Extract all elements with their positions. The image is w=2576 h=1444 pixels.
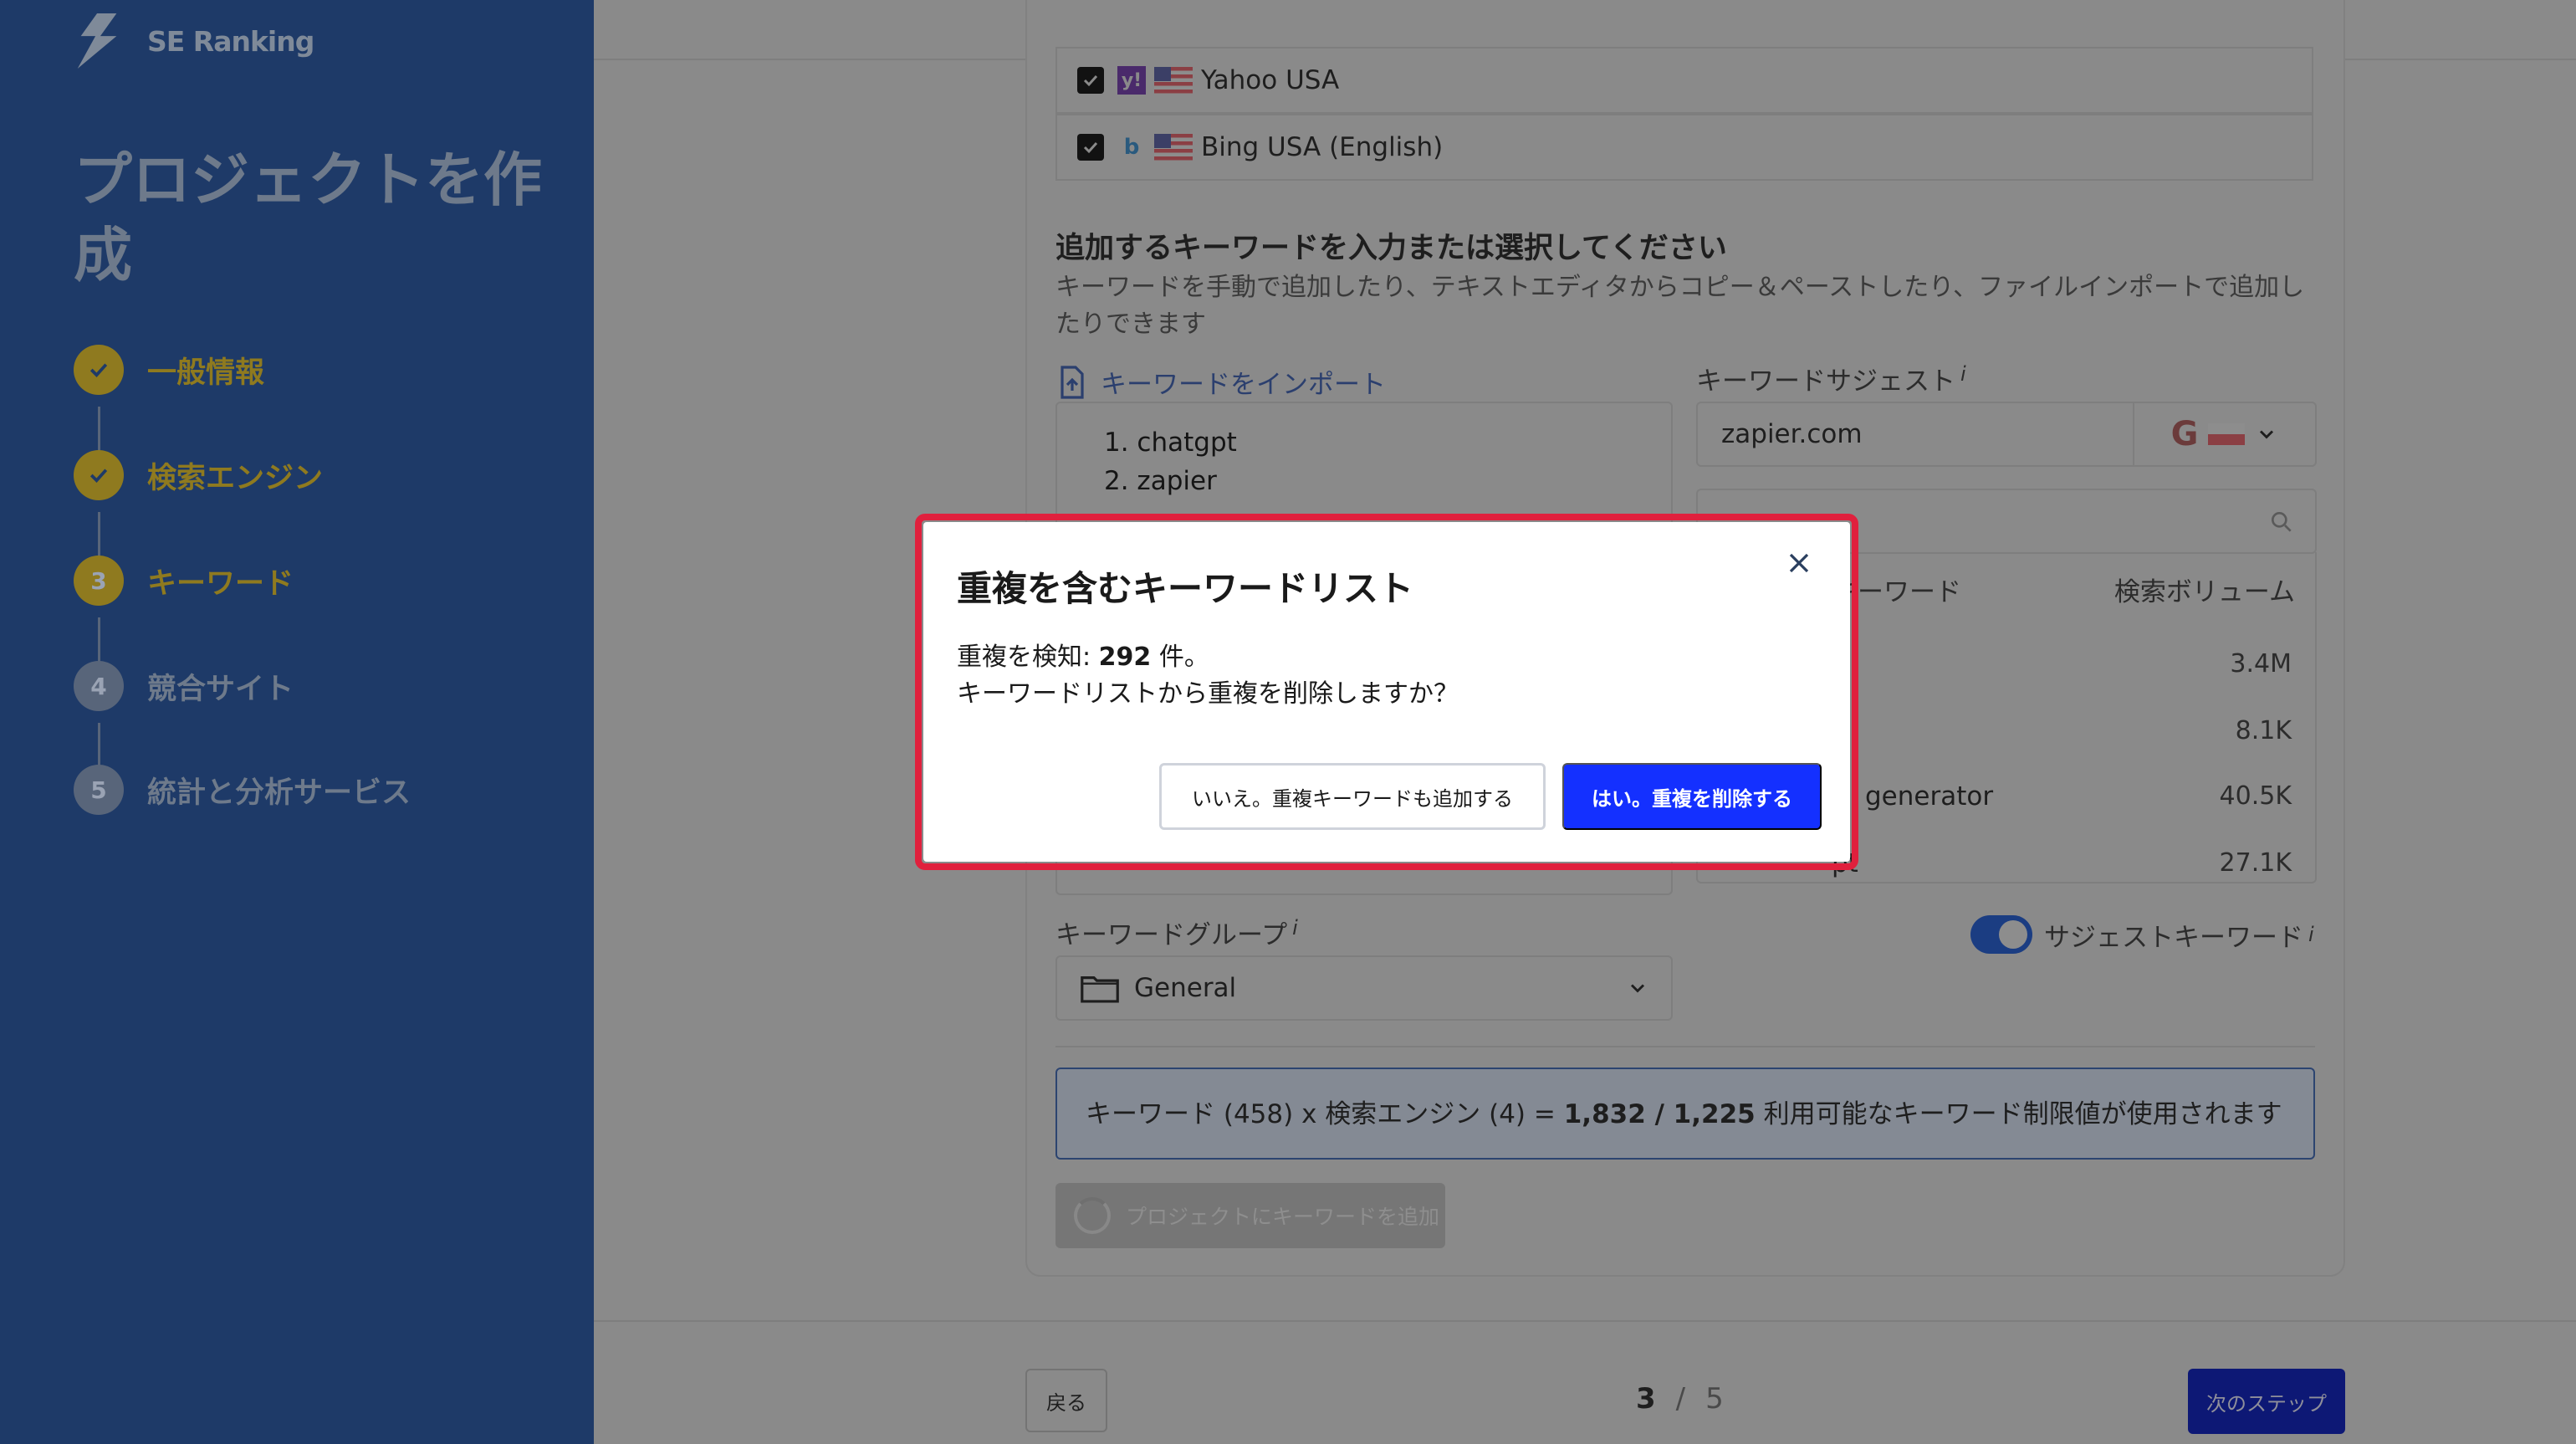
- keyword-suggest-label-text: キーワードサジェスト: [1696, 366, 1955, 397]
- keep-duplicates-button[interactable]: いいえ。重複キーワードも追加する: [1159, 763, 1546, 830]
- summary-prefix: キーワード (458) x 検索エンジン (4) =: [1086, 1099, 1564, 1129]
- us-flag-icon: [1154, 67, 1193, 94]
- remove-duplicates-button[interactable]: はい。重複を削除する: [1562, 763, 1822, 830]
- chevron-down-icon: [2260, 430, 2274, 439]
- suggest-volume: 27.1K: [2219, 848, 2292, 878]
- import-keywords-link[interactable]: キーワードをインポート: [1059, 363, 1386, 401]
- step-label: 統計と分析サービス: [147, 776, 411, 810]
- step-analytics[interactable]: 5 統計と分析サービス: [74, 763, 411, 817]
- suggest-domain-field[interactable]: zapier.com G: [1696, 402, 2317, 467]
- step-pager: 3 / 5: [1636, 1382, 1724, 1416]
- engine-row-bing[interactable]: b Bing USA (English): [1055, 114, 2313, 181]
- suggest-domain-value[interactable]: zapier.com: [1698, 403, 2134, 465]
- summary-suffix: 利用可能なキーワード制限値が使用されます: [1755, 1099, 2282, 1129]
- search-icon: [2272, 512, 2292, 532]
- step-label: 一般情報: [147, 356, 265, 390]
- bing-icon: b: [1123, 135, 1140, 160]
- logo-text: SE Ranking: [147, 24, 314, 58]
- suggest-volume: 40.5K: [2219, 781, 2292, 811]
- keyword-group-label-text: キーワードグループ: [1055, 920, 1288, 950]
- lightning-logo-icon: [77, 13, 117, 69]
- suggest-keywords-toggle[interactable]: [1970, 915, 2032, 954]
- keyword-limit-summary: キーワード (458) x 検索エンジン (4) = 1,832 / 1,225…: [1055, 1068, 2315, 1160]
- footer-divider: [594, 1320, 2576, 1322]
- pager-total: 5: [1705, 1382, 1724, 1416]
- keywords-heading: 追加するキーワードを入力または選択してください: [1055, 232, 1727, 265]
- engine-checkbox[interactable]: [1077, 67, 1104, 94]
- check-icon: [74, 450, 124, 500]
- keyword-suggest-label: キーワードサジェスト i: [1696, 360, 1966, 397]
- step-competitors[interactable]: 4 競合サイト: [74, 659, 294, 713]
- keyword-group-select[interactable]: General: [1055, 955, 1673, 1021]
- engine-checkbox[interactable]: [1077, 134, 1104, 161]
- step-keywords[interactable]: 3 キーワード: [74, 554, 294, 607]
- pager-separator: /: [1675, 1382, 1686, 1416]
- duplicates-count: 292: [1098, 643, 1152, 672]
- engine-name: Bing USA (English): [1201, 132, 1444, 162]
- step-label: キーワード: [147, 566, 294, 601]
- step-label: 競合サイト: [147, 672, 294, 706]
- import-keywords-label: キーワードをインポート: [1101, 370, 1386, 400]
- info-icon[interactable]: i: [1292, 916, 1298, 940]
- step-search-engines[interactable]: 検索エンジン: [74, 448, 323, 502]
- yahoo-icon: y!: [1117, 66, 1146, 95]
- next-step-button[interactable]: 次のステップ: [2188, 1369, 2345, 1434]
- keyword-line: 2. zapier: [1104, 466, 1217, 496]
- add-keywords-button[interactable]: プロジェクトにキーワードを追加: [1055, 1183, 1445, 1248]
- engine-row-yahoo[interactable]: y! Yahoo USA: [1055, 47, 2313, 114]
- duplicates-detected-text: 重複を検知: 292 件。: [957, 636, 1209, 673]
- pager-current: 3: [1636, 1382, 1656, 1416]
- suggest-keywords-label: サジェストキーワード: [2044, 922, 2303, 953]
- duplicates-prefix: 重複を検知:: [957, 643, 1099, 672]
- chevron-down-icon: [1630, 984, 1645, 993]
- duplicate-keywords-dialog: 重複を含むキーワードリスト 重複を検知: 292 件。 キーワードリストから重複…: [923, 522, 1850, 862]
- suggest-engine-select[interactable]: G: [2134, 403, 2315, 465]
- step-number: 5: [74, 765, 124, 815]
- info-icon[interactable]: i: [2308, 923, 2314, 946]
- add-keywords-label: プロジェクトにキーワードを追加: [1126, 1205, 1440, 1229]
- duplicates-suffix: 件。: [1151, 643, 1209, 672]
- keyword-line: 1. chatgpt: [1104, 428, 1237, 458]
- step-label: 検索エンジン: [147, 461, 324, 495]
- spinner-icon: [1074, 1197, 1111, 1234]
- step-general-info[interactable]: 一般情報: [74, 343, 264, 397]
- folder-icon: [1081, 976, 1119, 1003]
- close-icon[interactable]: [1780, 544, 1818, 582]
- logo[interactable]: SE Ranking: [74, 13, 314, 69]
- divider: [1055, 1046, 2315, 1047]
- check-icon: [74, 345, 124, 395]
- us-flag-icon: [1154, 134, 1193, 161]
- page-title: プロジェクトを作成: [74, 146, 542, 289]
- suggest-keywords-toggle-row: サジェストキーワード i: [1970, 915, 2314, 954]
- column-header-volume[interactable]: 検索ボリューム: [2114, 571, 2295, 608]
- sidebar: SE Ranking プロジェクトを作成 一般情報 検索エンジン 3 キーワード…: [0, 0, 594, 1444]
- suggest-volume: 3.4M: [2230, 649, 2292, 678]
- suggest-volume: 8.1K: [2235, 716, 2292, 745]
- poland-flag-icon: [2208, 423, 2246, 445]
- step-number: 3: [74, 556, 124, 606]
- summary-limit: 1,832 / 1,225: [1563, 1099, 1756, 1129]
- file-upload-icon: [1061, 365, 1084, 399]
- step-number: 4: [74, 661, 124, 711]
- dialog-title: 重複を含むキーワードリスト: [957, 568, 1414, 609]
- engine-name: Yahoo USA: [1201, 65, 1340, 95]
- dialog-question: キーワードリストから重複を削除しますか？: [957, 679, 1459, 709]
- info-icon[interactable]: i: [1960, 362, 1966, 386]
- keyword-group-value: General: [1134, 973, 1237, 1003]
- google-icon: G: [2170, 415, 2199, 453]
- keyword-group-label: キーワードグループ i: [1055, 914, 1298, 951]
- keywords-description: キーワードを手動で追加したり、テキストエディタからコピー＆ペーストしたり、ファイ…: [1055, 273, 2305, 339]
- suggest-keyword: generator: [1865, 781, 1994, 812]
- back-button[interactable]: 戻る: [1025, 1369, 1107, 1432]
